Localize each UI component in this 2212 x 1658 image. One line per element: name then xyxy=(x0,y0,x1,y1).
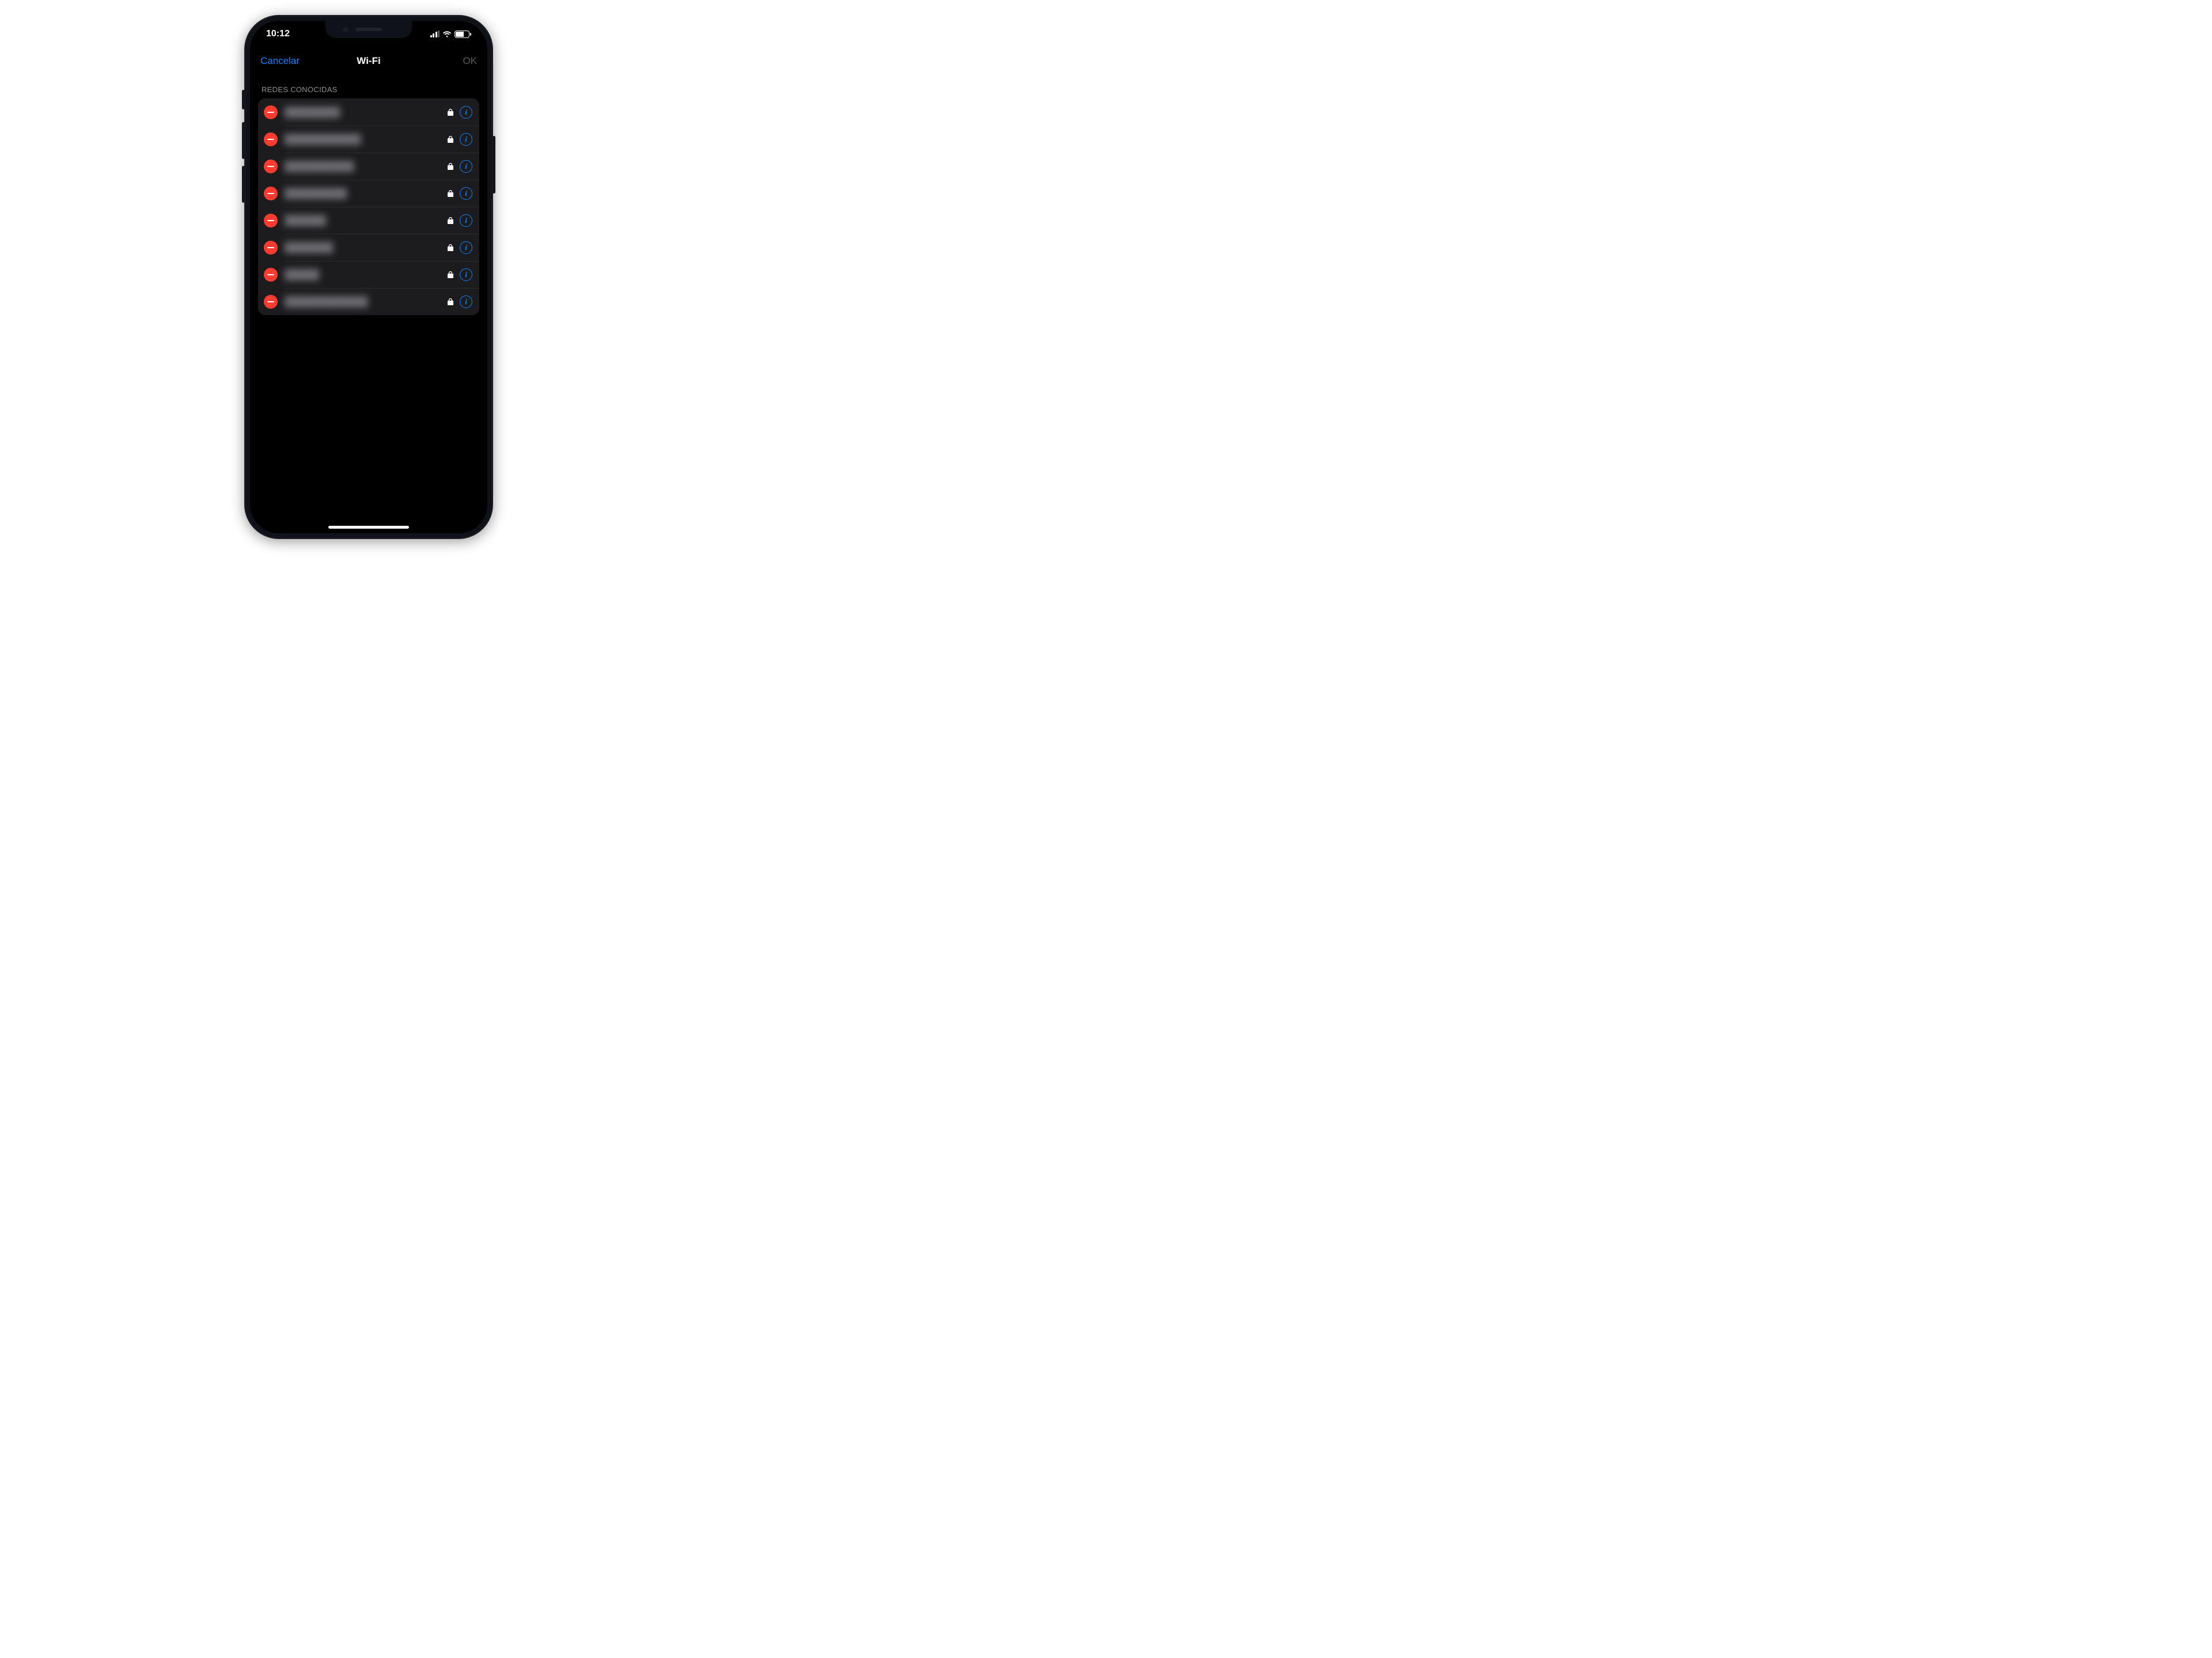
minus-icon xyxy=(267,301,274,302)
network-row[interactable]: ███████████ i xyxy=(258,126,479,153)
speaker-grille xyxy=(355,28,382,31)
battery-percentage: 62 xyxy=(459,31,465,37)
minus-icon xyxy=(267,139,274,140)
mute-switch xyxy=(242,90,245,109)
status-right: 62 xyxy=(430,31,472,38)
power-button xyxy=(493,136,495,194)
delete-network-button[interactable] xyxy=(264,295,278,309)
network-row[interactable]: ██████ i xyxy=(258,207,479,234)
row-icons: i xyxy=(447,160,472,173)
row-icons: i xyxy=(447,133,472,146)
ok-button[interactable]: OK xyxy=(463,55,477,67)
info-button[interactable]: i xyxy=(460,268,472,281)
network-name: ███████ xyxy=(285,242,447,253)
lock-icon xyxy=(447,271,454,279)
row-icons: i xyxy=(447,295,472,308)
network-row[interactable]: █████████ i xyxy=(258,180,479,207)
row-icons: i xyxy=(447,214,472,227)
minus-icon xyxy=(267,193,274,194)
network-row[interactable]: ████████████ i xyxy=(258,288,479,315)
delete-network-button[interactable] xyxy=(264,241,278,255)
lock-icon xyxy=(447,189,454,198)
known-networks-header: REDES CONOCIDAS xyxy=(250,75,487,98)
network-name: ██████ xyxy=(285,215,447,226)
network-row[interactable]: ████████ i xyxy=(258,98,479,126)
info-button[interactable]: i xyxy=(460,214,472,227)
network-row[interactable]: ██████████ i xyxy=(258,153,479,180)
row-icons: i xyxy=(447,241,472,254)
network-name: ██████████ xyxy=(285,161,447,172)
network-name: ████████████ xyxy=(285,296,447,308)
minus-icon xyxy=(267,274,274,275)
minus-icon xyxy=(267,166,274,167)
delete-network-button[interactable] xyxy=(264,214,278,227)
volume-up-button xyxy=(242,122,245,159)
delete-network-button[interactable] xyxy=(264,132,278,146)
network-row[interactable]: █████ i xyxy=(258,261,479,288)
delete-network-button[interactable] xyxy=(264,160,278,173)
lock-icon xyxy=(447,135,454,143)
network-row[interactable]: ███████ i xyxy=(258,234,479,261)
minus-icon xyxy=(267,220,274,221)
network-name: █████ xyxy=(285,269,447,280)
wifi-icon xyxy=(442,31,452,37)
row-icons: i xyxy=(447,268,472,281)
lock-icon xyxy=(447,108,454,116)
lock-icon xyxy=(447,298,454,306)
home-indicator[interactable] xyxy=(328,526,409,529)
delete-network-button[interactable] xyxy=(264,187,278,200)
row-icons: i xyxy=(447,106,472,119)
network-name: █████████ xyxy=(285,188,447,199)
minus-icon xyxy=(267,247,274,248)
info-button[interactable]: i xyxy=(460,160,472,173)
info-button[interactable]: i xyxy=(460,295,472,308)
status-time: 10:12 xyxy=(266,29,290,39)
delete-network-button[interactable] xyxy=(264,268,278,282)
front-camera xyxy=(343,26,349,32)
lock-icon xyxy=(447,162,454,170)
info-button[interactable]: i xyxy=(460,187,472,200)
delete-network-button[interactable] xyxy=(264,105,278,119)
network-name: ███████████ xyxy=(285,134,447,145)
minus-icon xyxy=(267,112,274,113)
battery-icon: 62 xyxy=(454,31,471,38)
phone-frame: 10:12 62 Cancelar Wi-Fi xyxy=(244,15,493,539)
volume-down-button xyxy=(242,166,245,203)
nav-bar: Cancelar Wi-Fi OK xyxy=(250,47,487,75)
row-icons: i xyxy=(447,187,472,200)
cancel-button[interactable]: Cancelar xyxy=(260,55,300,67)
info-button[interactable]: i xyxy=(460,106,472,119)
page-title: Wi-Fi xyxy=(357,55,380,67)
network-name: ████████ xyxy=(285,107,447,118)
notch xyxy=(325,21,412,38)
known-networks-list: ████████i███████████i██████████i████████… xyxy=(258,98,479,315)
screen: 10:12 62 Cancelar Wi-Fi xyxy=(250,21,487,533)
lock-icon xyxy=(447,244,454,252)
info-button[interactable]: i xyxy=(460,133,472,146)
cellular-icon xyxy=(430,31,440,37)
info-button[interactable]: i xyxy=(460,241,472,254)
lock-icon xyxy=(447,217,454,225)
